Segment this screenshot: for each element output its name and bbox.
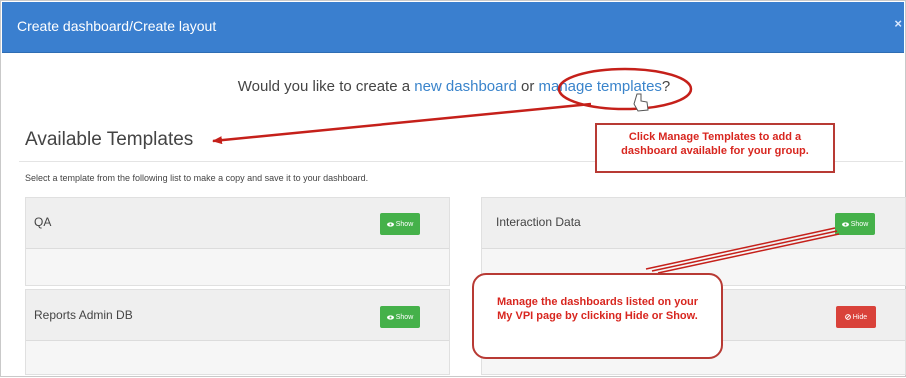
modal-header: Create dashboard/Create layout ×: [2, 2, 904, 53]
eye-icon: [386, 314, 394, 320]
prompt-text-after: ?: [661, 78, 671, 95]
callout-manage-templates: Click Manage Templates to add a dashboar…: [595, 123, 835, 173]
template-title: Reports Admin DB: [34, 308, 133, 322]
show-button[interactable]: Show: [380, 213, 420, 235]
hide-button[interactable]: Hide: [836, 306, 876, 328]
panel-body: [26, 341, 449, 374]
hand-cursor-icon: [633, 93, 649, 112]
create-dashboard-modal: Create dashboard/Create layout × Would y…: [0, 0, 906, 377]
template-panel-reports-admin-db: Reports Admin DB Show: [25, 289, 450, 375]
eye-icon: [841, 221, 849, 227]
show-button-label: Show: [395, 220, 414, 228]
create-prompt: Would you like to create a new dashboard…: [1, 78, 906, 95]
template-title: QA: [34, 215, 52, 229]
show-button[interactable]: Show: [835, 213, 875, 235]
show-button-label: Show: [850, 220, 869, 228]
manage-templates-link[interactable]: manage templates: [539, 78, 662, 95]
template-title: Interaction Data: [496, 215, 581, 229]
available-templates-heading: Available Templates: [25, 129, 194, 150]
panel-body: [26, 249, 449, 285]
ban-icon: [844, 314, 851, 320]
annotation-arrow: [212, 102, 592, 145]
prompt-text-middle: or: [516, 78, 539, 95]
template-panel-qa: QA Show: [25, 197, 450, 286]
hide-button-label: Hide: [852, 313, 868, 321]
show-button-label: Show: [395, 313, 414, 321]
prompt-text-before: Would you like to create a: [237, 78, 415, 95]
modal-title: Create dashboard/Create layout: [17, 18, 217, 34]
callout-hide-show: Manage the dashboards listed on your My …: [472, 273, 723, 359]
templates-instructions: Select a template from the following lis…: [25, 173, 369, 183]
eye-icon: [386, 221, 394, 227]
close-icon[interactable]: ×: [894, 16, 902, 31]
new-dashboard-link[interactable]: new dashboard: [414, 78, 517, 95]
show-button[interactable]: Show: [380, 306, 420, 328]
